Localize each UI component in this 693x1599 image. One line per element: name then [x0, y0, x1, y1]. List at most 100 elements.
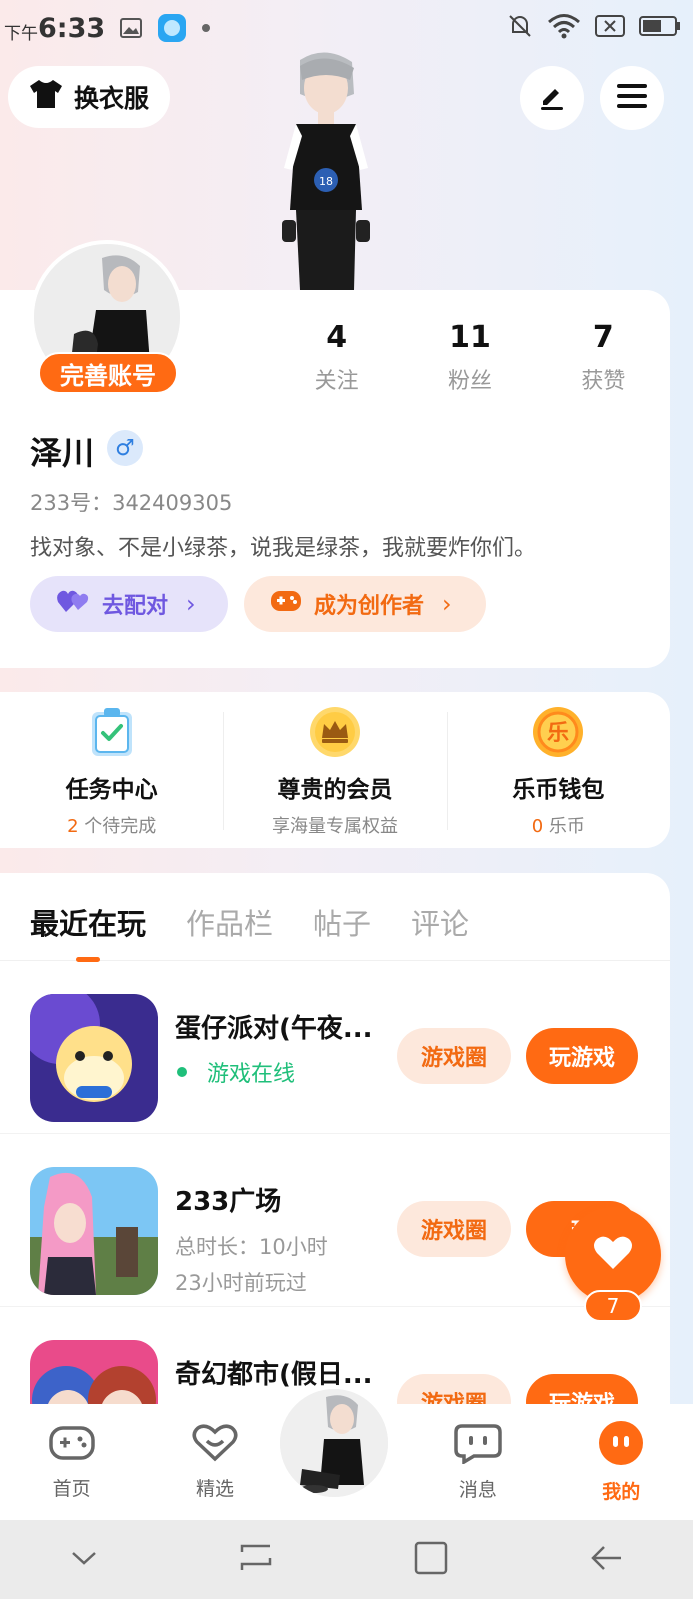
- nav-messages[interactable]: 消息: [406, 1422, 549, 1502]
- heart-outline-icon: [191, 1423, 239, 1468]
- stat-followers[interactable]: 11 粉丝: [403, 320, 536, 395]
- chevron-right-icon: ›: [442, 590, 452, 618]
- task-pending-count: 2: [67, 816, 79, 837]
- mute-bell-icon: [507, 13, 533, 43]
- menu-button[interactable]: [600, 66, 664, 130]
- online-dot-icon: [177, 1067, 187, 1077]
- game-last-played: 23小时前玩过: [175, 1271, 307, 1295]
- play-game-button[interactable]: 玩游戏: [526, 1028, 638, 1084]
- game-name: 蛋仔派对(午夜...: [175, 1014, 373, 1044]
- games-card: 最近在玩 作品栏 帖子 评论 蛋仔派对(午夜... 游戏在线 游戏圈 玩游戏 2…: [0, 873, 670, 1433]
- complete-account-badge[interactable]: 完善账号: [38, 352, 178, 394]
- app-notification-icon: [157, 13, 187, 43]
- stat-followers-label: 粉丝: [447, 369, 492, 394]
- task-center-title: 任务中心: [65, 777, 158, 803]
- gamepad-nav-icon: [48, 1423, 96, 1468]
- game-total-time: 总时长：10小时: [175, 1235, 328, 1259]
- lebi-balance: 0: [531, 816, 544, 837]
- svg-text:乐: 乐: [547, 721, 569, 746]
- stat-following[interactable]: 4 关注: [270, 320, 403, 395]
- lebi-unit: 乐币: [543, 816, 585, 837]
- game-row[interactable]: 蛋仔派对(午夜... 游戏在线 游戏圈 玩游戏: [0, 962, 670, 1134]
- battery-icon: [639, 15, 681, 41]
- task-center-sub: 2 个待完成: [0, 812, 223, 838]
- stat-following-count: 4: [326, 320, 348, 355]
- feature-card: 任务中心 2 个待完成 尊贵的会员 享海量专属权益 乐 乐币钱包 0 乐币: [0, 692, 670, 848]
- tshirt-icon: [28, 78, 64, 116]
- nav-messages-label: 消息: [458, 1479, 497, 1501]
- go-match-button[interactable]: 去配对 ›: [30, 576, 228, 632]
- more-dot-icon: [201, 23, 211, 33]
- stat-following-label: 关注: [314, 369, 359, 394]
- chat-bubble-icon: [454, 1422, 502, 1469]
- home-square-icon[interactable]: [413, 1540, 449, 1580]
- stat-likes[interactable]: 7 获赞: [537, 320, 670, 395]
- nav-mine[interactable]: 我的: [550, 1420, 693, 1504]
- back-arrow-icon[interactable]: [588, 1543, 624, 1577]
- profile-stats: 4 关注 11 粉丝 7 获赞: [270, 320, 670, 395]
- wifi-icon: [547, 13, 581, 43]
- task-center[interactable]: 任务中心 2 个待完成: [0, 692, 223, 848]
- menu-icon: [616, 82, 648, 114]
- chevron-right-icon: ›: [186, 590, 196, 618]
- tab-works[interactable]: 作品栏: [186, 901, 273, 960]
- edit-icon: [537, 81, 567, 115]
- nav-home[interactable]: 首页: [0, 1423, 143, 1501]
- stat-likes-count: 7: [592, 320, 614, 355]
- center-avatar-button[interactable]: [276, 1385, 392, 1501]
- game-name: 233广场: [175, 1187, 282, 1217]
- change-outfit-button[interactable]: 换衣服: [8, 66, 170, 128]
- like-count-badge: 7: [584, 1290, 642, 1322]
- hearts-icon: [56, 588, 90, 620]
- go-match-label: 去配对: [102, 594, 169, 619]
- user-bio: 找对象、不是小绿茶，说我是绿茶，我就要炸你们。: [30, 536, 537, 561]
- recent-apps-icon[interactable]: [238, 1542, 274, 1578]
- no-sim-icon: [595, 15, 625, 41]
- tab-recent-play[interactable]: 最近在玩: [30, 901, 146, 962]
- male-gender-icon: ♂: [107, 430, 143, 466]
- lebi-wallet[interactable]: 乐 乐币钱包 0 乐币: [446, 692, 670, 848]
- lebi-wallet-title: 乐币钱包: [512, 777, 605, 803]
- stat-likes-label: 获赞: [581, 369, 626, 394]
- game-thumbnail: [30, 994, 158, 1122]
- heart-icon: [593, 1235, 633, 1275]
- avatar-3d-figure[interactable]: 18: [270, 50, 380, 290]
- coin-icon: 乐: [532, 706, 584, 758]
- profile-tabs: 最近在玩 作品栏 帖子 评论: [0, 873, 670, 962]
- tab-comments[interactable]: 评论: [411, 901, 469, 960]
- gallery-icon: [119, 17, 143, 39]
- stat-followers-count: 11: [449, 320, 491, 355]
- svg-text:18: 18: [319, 175, 333, 188]
- clipboard-check-icon: [86, 706, 138, 758]
- game-thumbnail: [30, 1167, 158, 1295]
- time-prefix: 下午: [4, 23, 38, 44]
- username: 泽川: [30, 434, 95, 472]
- crown-icon: [309, 706, 361, 758]
- status-bar: 下午 6:33: [0, 0, 693, 56]
- tab-posts[interactable]: 帖子: [313, 901, 371, 960]
- vip-member[interactable]: 尊贵的会员 享海量专属权益: [223, 692, 446, 848]
- game-online-status: 游戏在线: [175, 1056, 295, 1088]
- become-creator-label: 成为创作者: [314, 594, 425, 619]
- vip-member-title: 尊贵的会员: [277, 777, 393, 803]
- like-floating-button[interactable]: [565, 1207, 661, 1303]
- system-nav-bar: [0, 1520, 693, 1599]
- nav-mine-label: 我的: [602, 1481, 641, 1503]
- change-outfit-label: 换衣服: [74, 84, 150, 113]
- gamepad-icon: [270, 588, 302, 620]
- vip-member-sub: 享海量专属权益: [271, 816, 398, 837]
- status-time: 6:33: [38, 12, 106, 44]
- nav-featured-label: 精选: [196, 1478, 235, 1500]
- edit-profile-button[interactable]: [520, 66, 584, 130]
- game-circle-button[interactable]: 游戏圈: [397, 1028, 511, 1084]
- game-row[interactable]: 233广场 总时长：10小时 23小时前玩过 游戏圈 玩: [0, 1135, 670, 1307]
- task-pending-text: 个待完成: [78, 816, 157, 837]
- collapse-chevron-icon[interactable]: [69, 1548, 99, 1572]
- game-online-label: 游戏在线: [207, 1062, 296, 1087]
- user-id: 233号：342409305: [30, 491, 233, 515]
- game-circle-button[interactable]: 游戏圈: [397, 1201, 511, 1257]
- nav-home-label: 首页: [52, 1478, 91, 1500]
- lebi-wallet-sub: 0 乐币: [447, 812, 670, 838]
- nav-featured[interactable]: 精选: [143, 1423, 286, 1501]
- become-creator-button[interactable]: 成为创作者 ›: [244, 576, 486, 632]
